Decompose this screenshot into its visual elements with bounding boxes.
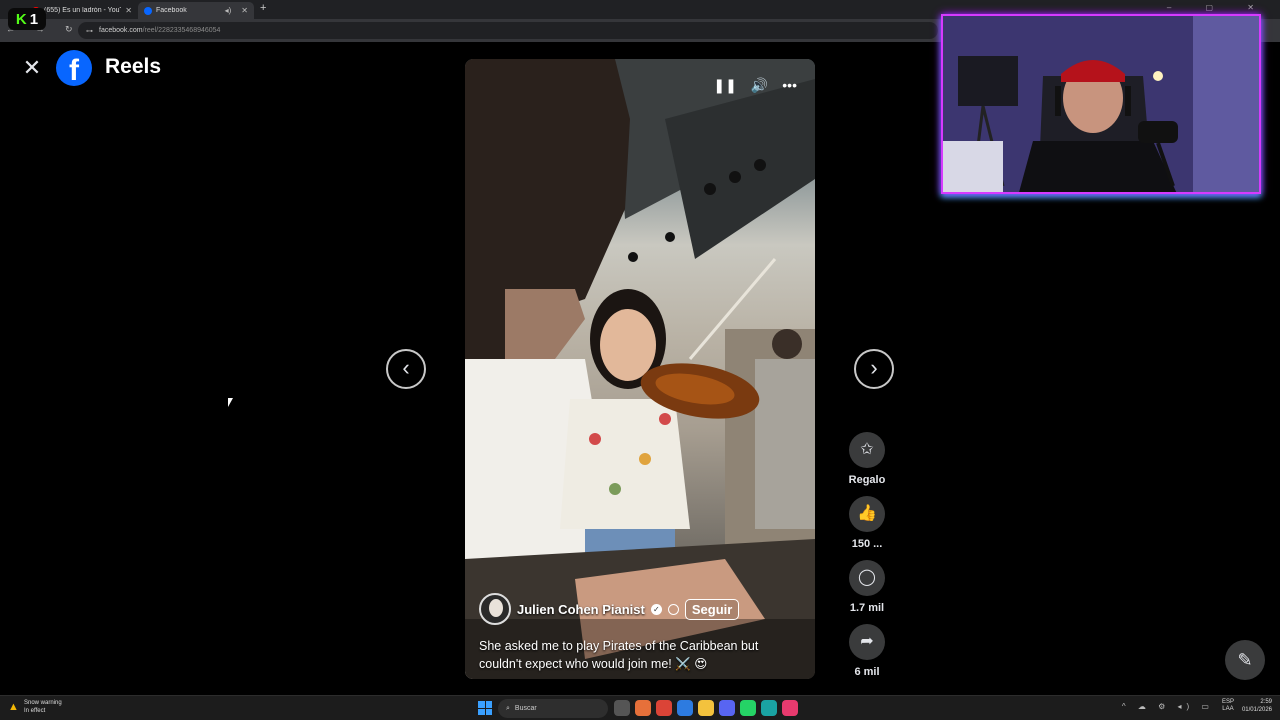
windows-start-icon[interactable] — [478, 701, 492, 715]
facebook-favicon-icon — [144, 6, 152, 15]
comment-action[interactable]: ◯ 1.7 mil — [847, 560, 887, 614]
clock-date: 01/01/2026 — [1241, 707, 1272, 713]
window-controls[interactable]: – ▢ ✕ — [1167, 3, 1270, 12]
taskbar-search[interactable]: ⌕ Buscar — [498, 699, 608, 718]
author-avatar[interactable] — [479, 593, 511, 625]
page-title: Reels — [105, 55, 162, 78]
whatsapp-icon[interactable] — [740, 700, 756, 716]
clock-time: 2:59 — [1260, 699, 1272, 705]
app-pink-icon[interactable] — [782, 700, 798, 716]
gift-label: Regalo — [848, 474, 886, 486]
pause-icon[interactable]: ❚❚ — [713, 77, 736, 94]
compose-button[interactable]: ✎ — [1225, 640, 1265, 680]
share-icon[interactable]: ➦ — [849, 624, 885, 660]
reel-caption[interactable]: She asked me to play Pirates of the Cari… — [479, 637, 799, 673]
previous-reel-button[interactable]: ‹ — [386, 349, 426, 389]
reel-video[interactable]: ❚❚ 🔊 ••• Julien Cohen Pianist ✓ Seguir S… — [465, 59, 815, 679]
url-host: facebook.com — [99, 27, 143, 34]
tray-icons[interactable]: ^ ☁ ⚙ ◂) ▭ — [1122, 702, 1214, 711]
url-path: /reel/2282335468946054 — [142, 27, 221, 34]
like-icon[interactable]: 👍 — [849, 496, 885, 532]
globe-icon — [667, 603, 679, 615]
comment-icon[interactable]: ◯ — [849, 560, 885, 596]
url-input[interactable]: ⊶ facebook.com/reel/2282335468946054 — [78, 22, 938, 39]
facebook-logo-icon[interactable]: f — [56, 50, 92, 86]
mouse-cursor — [228, 398, 233, 407]
stream-overlay-logo: K1 — [8, 8, 46, 30]
warning-icon: ▲ — [8, 701, 19, 713]
tab-label: (655) Es un ladrón - YouTube — [44, 7, 121, 14]
weather-title: Snow warning — [24, 700, 62, 706]
gift-action[interactable]: ✩ Regalo — [847, 432, 887, 486]
comment-count: 1.7 mil — [849, 602, 885, 614]
new-tab-button[interactable]: + — [260, 2, 266, 14]
taskbar-clock[interactable]: 2:59 01/01/2026 — [1242, 698, 1272, 714]
verified-badge-icon: ✓ — [650, 603, 662, 615]
author-row: Julien Cohen Pianist ✓ Seguir — [479, 593, 740, 625]
chrome-icon[interactable] — [656, 700, 672, 716]
weather-subtitle: In effect — [24, 708, 46, 714]
video-frame-illustration — [465, 59, 815, 679]
site-info-icon[interactable]: ⊶ — [86, 27, 93, 35]
search-icon: ⌕ — [506, 704, 510, 712]
edge-icon[interactable] — [761, 700, 777, 716]
share-action[interactable]: ➦ 6 mil — [847, 624, 887, 678]
tab-label: Facebook — [156, 7, 187, 14]
app-blue-icon[interactable] — [677, 700, 693, 716]
tab-close-icon[interactable]: ✕ — [241, 6, 248, 15]
language-indicator[interactable]: ESP LAA — [1222, 699, 1234, 713]
pinned-apps — [614, 700, 798, 716]
tab-audio-icon[interactable]: ◂) — [225, 6, 232, 15]
tab-close-icon[interactable]: ✕ — [125, 6, 132, 15]
task-view-icon[interactable] — [614, 700, 630, 716]
gift-icon[interactable]: ✩ — [849, 432, 885, 468]
close-button[interactable]: ✕ — [20, 56, 44, 80]
next-reel-button[interactable]: › — [854, 349, 894, 389]
follow-button[interactable]: Seguir — [684, 598, 740, 620]
weather-widget[interactable]: ▲ Snow warning In effect — [8, 699, 62, 715]
webcam-overlay — [941, 14, 1261, 194]
webcam-illustration — [943, 16, 1259, 192]
file-explorer-icon[interactable] — [698, 700, 714, 716]
system-tray: ^ ☁ ⚙ ◂) ▭ ESP LAA 2:59 01/01/2026 — [1122, 698, 1272, 714]
discord-icon[interactable] — [719, 700, 735, 716]
volume-icon[interactable]: 🔊 — [751, 77, 768, 94]
share-count: 6 mil — [854, 666, 880, 678]
author-name[interactable]: Julien Cohen Pianist — [517, 602, 645, 617]
media-app-icon[interactable] — [635, 700, 651, 716]
like-action[interactable]: 👍 150 ... — [847, 496, 887, 550]
tab-facebook[interactable]: Facebook ◂) ✕ — [138, 2, 254, 19]
search-placeholder: Buscar — [514, 705, 537, 712]
like-count: 150 ... — [851, 538, 883, 550]
windows-taskbar: ▲ Snow warning In effect ⌕ Buscar ^ ☁ ⚙ … — [0, 695, 1280, 720]
video-controls: ❚❚ 🔊 ••• — [713, 77, 797, 94]
more-options-icon[interactable]: ••• — [782, 77, 797, 94]
